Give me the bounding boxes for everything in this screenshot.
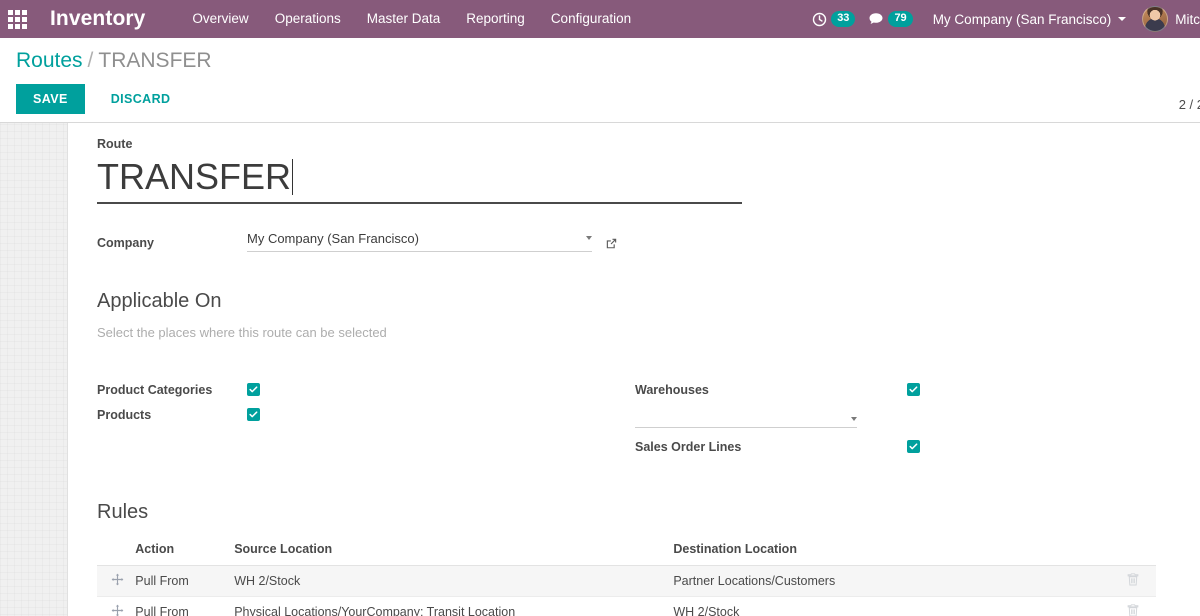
warehouses-value-input[interactable]: [635, 407, 857, 428]
messaging-menu-button[interactable]: 79: [861, 0, 918, 38]
route-name-input[interactable]: TRANSFER: [97, 152, 742, 204]
products-checkbox[interactable]: [247, 408, 260, 421]
product-categories-checkbox[interactable]: [247, 383, 260, 396]
menu-item-overview[interactable]: Overview: [179, 0, 261, 38]
top-navbar: Inventory Overview Operations Master Dat…: [0, 0, 1200, 38]
applicable-on-subtitle: Select the places where this route can b…: [97, 325, 387, 340]
chevron-down-icon: [1118, 17, 1127, 21]
field-products: Products: [97, 402, 635, 427]
row-source-location[interactable]: Physical Locations/YourCompany: Transit …: [226, 596, 666, 616]
breadcrumb-item-current: TRANSFER: [98, 49, 212, 72]
company-switcher[interactable]: My Company (San Francisco): [919, 12, 1135, 27]
apps-grid-icon: [7, 9, 27, 29]
menu-item-configuration[interactable]: Configuration: [538, 0, 644, 38]
record-pager[interactable]: 2 / 2: [1179, 97, 1200, 112]
form-sheet: Route TRANSFER Company My Company (San F…: [67, 123, 1200, 616]
drag-handle-icon[interactable]: [111, 604, 124, 616]
table-row[interactable]: Pull From Physical Locations/YourCompany…: [97, 596, 1156, 616]
menu-item-operations[interactable]: Operations: [262, 0, 354, 38]
warehouses-checkbox[interactable]: [907, 383, 920, 396]
company-switcher-label: My Company (San Francisco): [932, 11, 1112, 27]
rules-table-body: Pull From WH 2/Stock Partner Locations/C…: [97, 565, 1156, 616]
applicable-on-title: Applicable On: [97, 290, 222, 312]
route-name-value: TRANSFER: [97, 156, 292, 197]
row-delete-cell: [1109, 565, 1156, 597]
route-field-label: Route: [97, 137, 133, 151]
table-row[interactable]: Pull From WH 2/Stock Partner Locations/C…: [97, 565, 1156, 597]
control-panel: Routes/TRANSFER SAVE DISCARD 2 / 2: [0, 38, 1200, 123]
breadcrumb-item-routes[interactable]: Routes: [16, 49, 83, 72]
chevron-down-icon[interactable]: [586, 235, 592, 240]
drag-handle-icon[interactable]: [111, 573, 124, 588]
comment-icon: [867, 10, 885, 28]
avatar: [1142, 6, 1169, 32]
chevron-down-icon[interactable]: [851, 417, 857, 421]
row-drag-handle-cell: [97, 565, 128, 597]
row-delete-cell: [1109, 596, 1156, 616]
clock-icon: [810, 10, 828, 28]
warehouses-label: Warehouses: [635, 382, 709, 397]
user-menu[interactable]: Mitc: [1134, 6, 1200, 32]
save-button[interactable]: SAVE: [16, 84, 85, 114]
trash-icon[interactable]: [1127, 573, 1139, 589]
activities-count-badge: 33: [831, 10, 856, 28]
trash-icon[interactable]: [1127, 604, 1139, 616]
rules-title: Rules: [97, 501, 149, 523]
field-sales-order-lines: Sales Order Lines: [635, 434, 1135, 459]
company-field-row: Company My Company (San Francisco): [97, 229, 1200, 252]
menu-item-master-data[interactable]: Master Data: [354, 0, 454, 38]
company-field-input[interactable]: My Company (San Francisco): [247, 229, 592, 252]
main-menu: Overview Operations Master Data Reportin…: [179, 0, 644, 38]
breadcrumb-separator: /: [87, 49, 94, 72]
applicable-on-columns: Product Categories Products Warehouses S…: [97, 377, 1200, 459]
rules-header-delete: [1109, 536, 1156, 566]
internal-link-icon[interactable]: [605, 237, 618, 252]
rules-header-source-location[interactable]: Source Location: [226, 536, 666, 566]
row-destination-location[interactable]: Partner Locations/Customers: [665, 565, 1110, 597]
sales-order-lines-label: Sales Order Lines: [635, 439, 742, 454]
apps-menu-button[interactable]: [0, 0, 34, 38]
breadcrumb: Routes / TRANSFER: [16, 48, 1184, 74]
app-brand-inventory[interactable]: Inventory: [50, 7, 145, 31]
sales-order-lines-checkbox[interactable]: [907, 440, 920, 453]
field-product-categories: Product Categories: [97, 377, 635, 402]
product-categories-label: Product Categories: [97, 382, 213, 397]
discard-button[interactable]: DISCARD: [95, 84, 187, 114]
messages-count-badge: 79: [888, 10, 913, 28]
rules-header-row: Action Source Location Destination Locat…: [97, 536, 1156, 566]
user-menu-label: Mitc: [1175, 11, 1200, 27]
navbar-systray: 33 79 My Company (San Francisco) Mitc: [804, 0, 1200, 38]
row-action[interactable]: Pull From: [127, 596, 227, 616]
form-action-buttons: SAVE DISCARD: [16, 84, 1184, 114]
rules-header-destination-location[interactable]: Destination Location: [665, 536, 1110, 566]
field-warehouses: Warehouses: [635, 377, 1135, 402]
applicable-on-left-column: Product Categories Products: [97, 377, 635, 459]
activities-menu-button[interactable]: 33: [804, 0, 861, 38]
form-view: Route TRANSFER Company My Company (San F…: [0, 123, 1200, 616]
row-action[interactable]: Pull From: [127, 565, 227, 597]
rules-header-handle: [97, 536, 128, 566]
text-cursor: [292, 159, 294, 195]
rules-table-head: Action Source Location Destination Locat…: [97, 536, 1156, 566]
products-label: Products: [97, 407, 152, 422]
menu-item-reporting[interactable]: Reporting: [453, 0, 538, 38]
company-field-value: My Company (San Francisco): [247, 231, 419, 246]
row-source-location[interactable]: WH 2/Stock: [226, 565, 666, 597]
rules-table: Action Source Location Destination Locat…: [97, 536, 1156, 616]
row-drag-handle-cell: [97, 596, 128, 616]
applicable-on-right-column: Warehouses Sales Order Lines: [635, 377, 1135, 459]
row-destination-location[interactable]: WH 2/Stock: [665, 596, 1110, 616]
company-field-label: Company: [97, 236, 154, 250]
rules-header-action[interactable]: Action: [127, 536, 227, 566]
